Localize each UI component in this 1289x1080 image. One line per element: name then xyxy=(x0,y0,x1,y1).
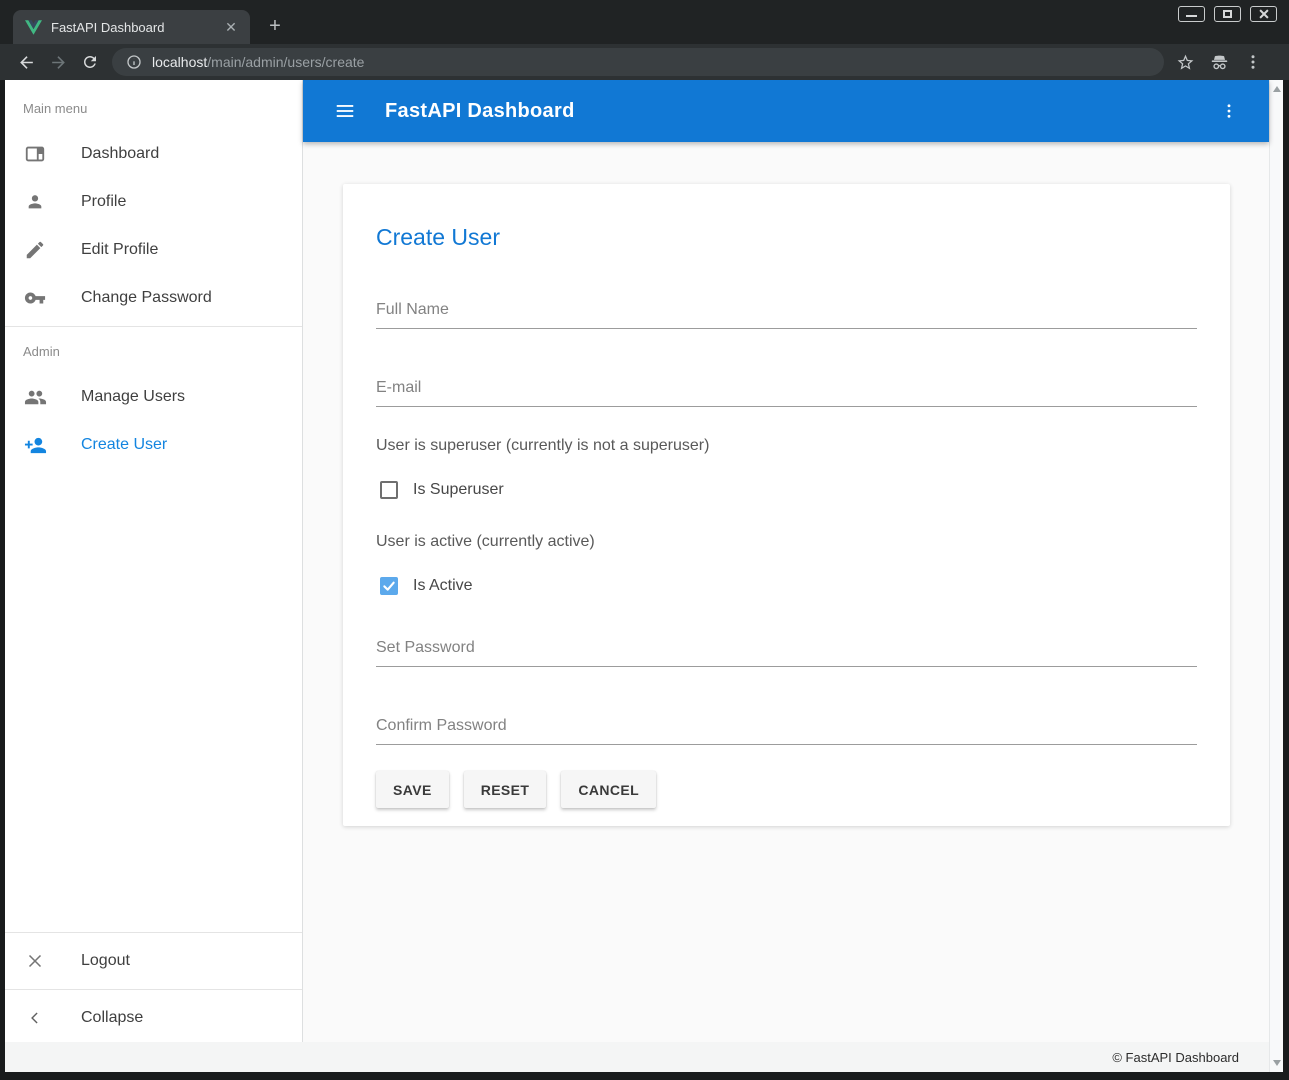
url-host: localhost xyxy=(152,54,207,70)
people-icon xyxy=(23,385,47,409)
vue-logo-icon xyxy=(25,20,42,35)
bookmark-star-icon[interactable] xyxy=(1176,53,1195,72)
url-text: localhost/main/admin/users/create xyxy=(152,54,364,70)
is-active-checkbox-row[interactable]: Is Active xyxy=(376,577,1197,595)
vertical-scrollbar[interactable] xyxy=(1269,80,1283,1072)
is-superuser-label: Is Superuser xyxy=(413,481,504,499)
full-name-field xyxy=(376,297,1197,329)
sidebar-item-dashboard[interactable]: Dashboard xyxy=(5,130,302,178)
form-actions: SAVE RESET CANCEL xyxy=(376,771,1197,808)
key-icon xyxy=(23,286,47,310)
active-hint: User is active (currently active) xyxy=(376,533,1197,551)
sidebar-item-label: Manage Users xyxy=(81,388,185,406)
sidebar-divider xyxy=(5,989,302,990)
sidebar-item-profile[interactable]: Profile xyxy=(5,178,302,226)
tab-title: FastAPI Dashboard xyxy=(51,20,222,35)
app-title: FastAPI Dashboard xyxy=(385,100,575,123)
browser-tabstrip: FastAPI Dashboard ✕ + xyxy=(0,0,1289,44)
browser-tab[interactable]: FastAPI Dashboard ✕ xyxy=(13,10,250,44)
is-active-label: Is Active xyxy=(413,577,473,595)
sidebar-item-label: Dashboard xyxy=(81,145,159,163)
app-bar: FastAPI Dashboard xyxy=(303,80,1269,142)
scroll-up-arrow-icon[interactable] xyxy=(1273,86,1281,92)
is-superuser-checkbox-row[interactable]: Is Superuser xyxy=(376,481,1197,499)
sidebar-item-label: Profile xyxy=(81,193,126,211)
sidebar-divider xyxy=(5,326,302,327)
is-active-checkbox[interactable] xyxy=(380,577,398,595)
sidebar-section-header-main-menu: Main menu xyxy=(5,88,302,130)
sidebar-item-manage-users[interactable]: Manage Users xyxy=(5,373,302,421)
sidebar-item-label: Edit Profile xyxy=(81,241,158,259)
sidebar-section-header-admin: Admin xyxy=(5,331,302,373)
chevron-left-icon xyxy=(23,1006,47,1030)
dashboard-icon xyxy=(23,142,47,166)
scroll-down-arrow-icon[interactable] xyxy=(1273,1060,1281,1066)
email-field xyxy=(376,375,1197,407)
hamburger-menu-icon[interactable] xyxy=(327,93,363,129)
form-title: Create User xyxy=(376,224,1197,251)
confirm-password-field xyxy=(376,713,1197,745)
sidebar-item-label: Create User xyxy=(81,436,167,454)
reload-button[interactable] xyxy=(74,47,106,77)
sidebar-item-change-password[interactable]: Change Password xyxy=(5,274,302,322)
new-tab-button[interactable]: + xyxy=(262,14,288,40)
reset-button[interactable]: RESET xyxy=(464,771,547,808)
browser-menu-kebab-icon[interactable] xyxy=(1244,53,1262,71)
url-path: /main/admin/users/create xyxy=(207,54,364,70)
window-minimize-button[interactable] xyxy=(1178,6,1205,22)
address-bar[interactable]: localhost/main/admin/users/create xyxy=(112,48,1164,76)
sidebar-item-label: Logout xyxy=(81,952,130,970)
page-viewport: Main menu Dashboard Profile Edit Profile xyxy=(5,80,1283,1072)
pencil-icon xyxy=(23,238,47,262)
sidebar-divider xyxy=(5,932,302,933)
back-button[interactable] xyxy=(10,47,42,77)
person-icon xyxy=(23,190,47,214)
confirm-password-input[interactable] xyxy=(376,713,1197,745)
sidebar-item-label: Collapse xyxy=(81,1009,143,1027)
close-icon xyxy=(23,949,47,973)
sidebar-item-create-user[interactable]: Create User xyxy=(5,421,302,469)
sidebar-item-label: Change Password xyxy=(81,289,212,307)
set-password-field xyxy=(376,635,1197,667)
browser-toolbar: localhost/main/admin/users/create xyxy=(0,44,1289,80)
email-input[interactable] xyxy=(376,375,1197,407)
page-info-icon[interactable] xyxy=(126,54,142,70)
forward-button[interactable] xyxy=(42,47,74,77)
sidebar-spacer xyxy=(5,469,302,928)
sidebar: Main menu Dashboard Profile Edit Profile xyxy=(5,80,303,1042)
superuser-hint: User is superuser (currently is not a su… xyxy=(376,437,1197,455)
page-footer: © FastAPI Dashboard xyxy=(5,1042,1269,1072)
sidebar-item-collapse[interactable]: Collapse xyxy=(5,994,302,1042)
copyright-text: © FastAPI Dashboard xyxy=(1112,1050,1239,1065)
full-name-input[interactable] xyxy=(376,297,1197,329)
app-menu-kebab-icon[interactable] xyxy=(1211,93,1247,129)
main-area: FastAPI Dashboard Create User User is su… xyxy=(303,80,1269,1042)
save-button[interactable]: SAVE xyxy=(376,771,449,808)
create-user-card: Create User User is superuser (currently… xyxy=(343,184,1230,826)
window-close-button[interactable] xyxy=(1250,6,1277,22)
incognito-icon xyxy=(1209,53,1230,72)
tab-close-icon[interactable]: ✕ xyxy=(222,18,240,36)
cancel-button[interactable]: CANCEL xyxy=(561,771,656,808)
person-add-icon xyxy=(23,433,47,457)
window-maximize-button[interactable] xyxy=(1214,6,1241,22)
set-password-input[interactable] xyxy=(376,635,1197,667)
sidebar-item-edit-profile[interactable]: Edit Profile xyxy=(5,226,302,274)
sidebar-item-logout[interactable]: Logout xyxy=(5,937,302,985)
is-superuser-checkbox[interactable] xyxy=(380,481,398,499)
